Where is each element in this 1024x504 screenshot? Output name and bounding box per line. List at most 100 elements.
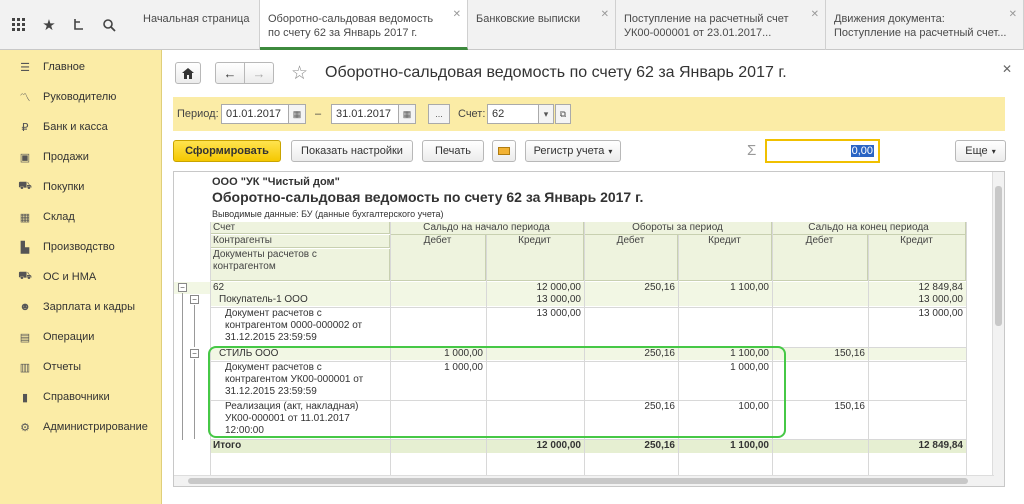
home-button[interactable] bbox=[175, 62, 201, 84]
row-label-line: контрагентом 0000-000002 от bbox=[225, 320, 363, 331]
sidebar-item-reports[interactable]: ▥ Отчеты bbox=[0, 352, 161, 382]
tree-line bbox=[194, 359, 195, 439]
row-label-line: Документ расчетов с bbox=[225, 308, 322, 319]
vertical-scrollbar[interactable] bbox=[992, 172, 1004, 486]
menu-icon: ☰ bbox=[20, 61, 30, 74]
sidebar-item-label: Продажи bbox=[43, 151, 89, 163]
sidebar-item-fixed-assets[interactable]: ⛟ ОС и НМА bbox=[0, 262, 161, 292]
apps-grid-icon[interactable] bbox=[8, 14, 30, 36]
cell-cb-debit: 150,16 bbox=[834, 348, 865, 359]
close-icon[interactable]: ✕ bbox=[811, 8, 819, 22]
sidebar-item-label: Покупки bbox=[43, 181, 85, 193]
generate-button[interactable]: Сформировать bbox=[173, 140, 281, 162]
cell-ob-credit: 12 000,00 bbox=[536, 282, 582, 293]
sidebar-item-label: Склад bbox=[43, 211, 75, 223]
sidebar: ☰ Главное 〽 Руководителю ₽ Банк и касса ▣ Пр… bbox=[0, 50, 162, 504]
close-icon[interactable]: ✕ bbox=[453, 8, 461, 22]
cell-ob-credit: 13 000,00 bbox=[536, 308, 582, 319]
home-icon bbox=[182, 67, 194, 79]
more-label: Еще bbox=[965, 145, 988, 157]
scroll-thumb[interactable] bbox=[995, 186, 1002, 326]
col-header-turnover: Обороты за период bbox=[584, 222, 772, 235]
register-button[interactable]: Регистр учета ▾ bbox=[525, 140, 621, 162]
print-button[interactable]: Печать bbox=[422, 140, 484, 162]
tab-osv-report[interactable]: Оборотно-сальдовая ведомость по счету 62… bbox=[260, 0, 468, 50]
account-input[interactable]: 62 bbox=[487, 104, 539, 124]
sidebar-item-salary[interactable]: ☻ Зарплата и кадры bbox=[0, 292, 161, 322]
calendar-icon[interactable]: ▦ bbox=[288, 104, 306, 124]
col-header-documents: Документы расчетов с контрагентом bbox=[210, 249, 390, 281]
col-header-debit: Дебет bbox=[584, 235, 678, 281]
more-button[interactable]: Еще ▾ bbox=[955, 140, 1006, 162]
favorite-star-icon[interactable]: ☆ bbox=[291, 62, 308, 85]
close-icon[interactable]: ✕ bbox=[601, 8, 609, 22]
back-button[interactable]: ← bbox=[215, 62, 245, 84]
sidebar-item-label: Отчеты bbox=[43, 361, 82, 373]
scroll-thumb[interactable] bbox=[188, 478, 968, 484]
tab-document-movements[interactable]: Движения документа: Поступление на расче… bbox=[826, 0, 1024, 50]
collapse-icon[interactable]: − bbox=[178, 283, 187, 292]
sidebar-item-label: ОС и НМА bbox=[43, 271, 97, 283]
col-header-debit: Дебет bbox=[772, 235, 868, 281]
sidebar-item-main[interactable]: ☰ Главное bbox=[0, 52, 161, 82]
collapse-icon[interactable]: − bbox=[190, 295, 199, 304]
highlight-frame bbox=[208, 346, 786, 438]
ruble-icon: ₽ bbox=[21, 121, 29, 134]
total-cb-credit: 12 849,84 bbox=[918, 440, 964, 451]
period-select-button[interactable]: ... bbox=[428, 104, 450, 124]
tree-line bbox=[194, 305, 195, 347]
calendar-icon[interactable]: ▦ bbox=[398, 104, 416, 124]
collapse-icon[interactable]: − bbox=[190, 349, 199, 358]
forward-button[interactable]: → bbox=[244, 62, 274, 84]
tab-bar: Начальная страница Оборотно-сальдовая ве… bbox=[135, 0, 1024, 50]
col-header-credit: Кредит bbox=[678, 235, 772, 281]
sidebar-item-director[interactable]: 〽 Руководителю bbox=[0, 82, 161, 112]
row-label: 62 bbox=[213, 282, 225, 293]
sidebar-item-label: Банк и касса bbox=[43, 121, 108, 133]
sidebar-item-operations[interactable]: ▤ Операции bbox=[0, 322, 161, 352]
grid-line bbox=[210, 439, 966, 440]
truck-icon: ⛟ bbox=[18, 270, 32, 282]
date-from-input[interactable]: 01.01.2017 bbox=[221, 104, 289, 124]
main-panel: ← → ☆ Оборотно-сальдовая ведомость по сч… bbox=[163, 50, 1024, 504]
tab-bank-statements[interactable]: Банковские выписки ✕ bbox=[468, 0, 616, 50]
sidebar-item-references[interactable]: ▮ Справочники bbox=[0, 382, 161, 412]
sidebar-item-admin[interactable]: ⚙ Администрирование bbox=[0, 412, 161, 442]
cell-cb-credit: 12 849,84 bbox=[918, 282, 964, 293]
search-icon[interactable] bbox=[98, 14, 120, 36]
chevron-down-icon[interactable]: ▾ bbox=[538, 104, 554, 124]
tab-home[interactable]: Начальная страница bbox=[135, 0, 260, 50]
envelope-icon bbox=[498, 147, 510, 155]
show-settings-button[interactable]: Показать настройки bbox=[291, 140, 413, 162]
close-icon[interactable]: ✕ bbox=[1002, 62, 1012, 76]
account-label: Счет: bbox=[458, 108, 486, 120]
col-header-credit: Кредит bbox=[868, 235, 966, 281]
sidebar-item-warehouse[interactable]: ▦ Склад bbox=[0, 202, 161, 232]
row-label: Покупатель-1 ООО bbox=[219, 294, 308, 305]
tab-label: Начальная страница bbox=[143, 13, 250, 25]
sum-field[interactable]: 0,00 bbox=[765, 139, 880, 163]
grid-line bbox=[966, 222, 967, 476]
sidebar-item-production[interactable]: ▙ Производство bbox=[0, 232, 161, 262]
tab-label: Движения документа: bbox=[834, 13, 945, 25]
sidebar-item-purchases[interactable]: ⛟ Покупки bbox=[0, 172, 161, 202]
close-icon[interactable]: ✕ bbox=[1009, 8, 1017, 22]
sidebar-item-label: Производство bbox=[43, 241, 115, 253]
tree-line bbox=[182, 293, 183, 440]
cell-cb-debit: 150,16 bbox=[834, 401, 865, 412]
history-icon[interactable] bbox=[68, 14, 90, 36]
col-header-credit: Кредит bbox=[486, 235, 584, 281]
tab-receipt[interactable]: Поступление на расчетный счет УК00-00000… bbox=[616, 0, 826, 50]
report-area[interactable]: ООО "УК "Чистый дом" Оборотно-сальдовая … bbox=[173, 171, 1005, 487]
horizontal-scrollbar[interactable] bbox=[174, 475, 994, 486]
favorites-star-icon[interactable]: ★ bbox=[38, 14, 60, 36]
sidebar-item-sales[interactable]: ▣ Продажи bbox=[0, 142, 161, 172]
open-link-icon[interactable]: ⧉ bbox=[555, 104, 571, 124]
email-button[interactable] bbox=[492, 140, 516, 162]
date-to-input[interactable]: 31.01.2017 bbox=[331, 104, 399, 124]
trend-icon: 〽 bbox=[19, 92, 31, 104]
sidebar-item-label: Зарплата и кадры bbox=[43, 301, 136, 313]
col-header-debit: Дебет bbox=[390, 235, 486, 281]
arrow-right-icon: → bbox=[252, 65, 266, 81]
sidebar-item-bank[interactable]: ₽ Банк и касса bbox=[0, 112, 161, 142]
